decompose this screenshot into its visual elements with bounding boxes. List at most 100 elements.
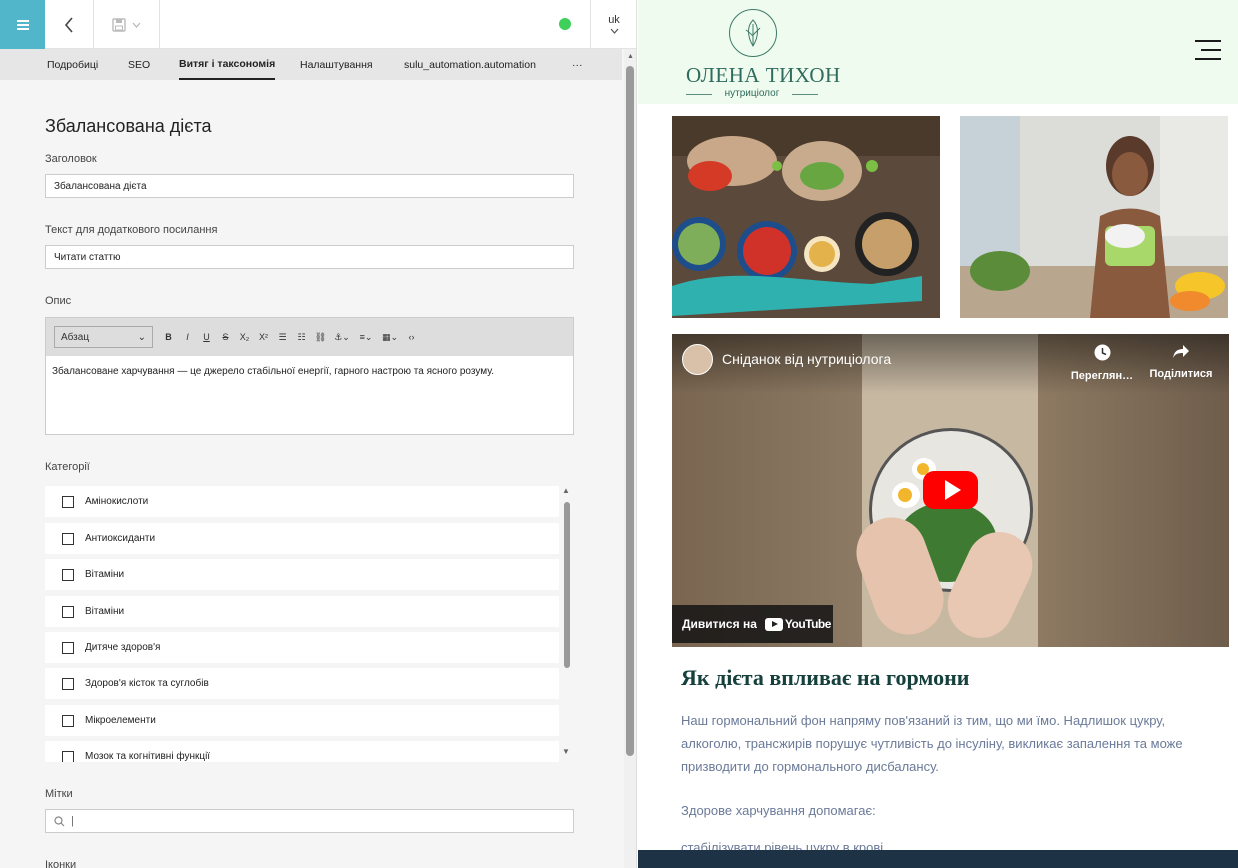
category-label: Здоров'я кісток та суглобів: [85, 678, 209, 689]
checkbox[interactable]: [62, 750, 74, 762]
checkbox[interactable]: [62, 714, 74, 727]
search-icon: [54, 815, 65, 826]
category-item[interactable]: Антиоксиданти: [45, 523, 559, 554]
link-icon[interactable]: ⛓: [311, 327, 330, 347]
categories-label: Категорії: [45, 461, 90, 473]
internal-link-icon[interactable]: ⚓⌄: [330, 327, 354, 347]
tab-bar: Подробиці SEO Витяг і таксономія Налашту…: [0, 49, 622, 80]
category-label: Мікроелементи: [85, 715, 156, 726]
watch-later-label: Переглян…: [1070, 370, 1134, 382]
cooking-photo: [672, 116, 940, 318]
align-icon[interactable]: ≡⌄: [354, 327, 378, 347]
category-item[interactable]: Амінокислоти: [45, 486, 559, 517]
source-code-icon[interactable]: ‹›: [402, 327, 421, 347]
back-button[interactable]: [45, 0, 94, 49]
video-egg: [892, 482, 920, 508]
category-label: Амінокислоти: [85, 496, 149, 507]
category-scrollbar[interactable]: ▲ ▼: [560, 486, 574, 762]
article-heading: Як дієта впливає на гормони: [681, 665, 970, 690]
sticky-bottom-bar: [638, 850, 1238, 868]
chevron-left-icon: [64, 16, 73, 33]
numbered-list-icon[interactable]: ☷: [292, 327, 311, 347]
scrollbar-thumb[interactable]: [564, 502, 570, 668]
checkbox[interactable]: [62, 605, 74, 618]
admin-panel: uk Подробиці SEO Витяг і таксономія Нала…: [0, 0, 637, 868]
channel-avatar[interactable]: [682, 344, 713, 375]
tab-more[interactable]: ···: [572, 49, 583, 80]
tags-input[interactable]: |: [45, 809, 574, 833]
chevron-down-icon: [610, 26, 619, 36]
tab-automation[interactable]: sulu_automation.automation: [404, 49, 536, 80]
publish-status-indicator: [559, 18, 571, 30]
category-item[interactable]: Вітаміни: [45, 559, 559, 590]
article-paragraph: Наш гормональний фон напряму пов'язаний …: [681, 713, 1183, 774]
watch-later-button[interactable]: Переглян…: [1062, 344, 1142, 382]
category-item[interactable]: Мікроелементи: [45, 705, 559, 736]
category-label: Антиоксиданти: [85, 533, 156, 544]
site-menu-hamburger-icon[interactable]: [1195, 40, 1221, 60]
logo-emblem-icon: [729, 9, 777, 57]
paragraph-format-select[interactable]: Абзац ⌄: [54, 326, 153, 348]
site-header: ОЛЕНА ТИХОН нутриціолог: [638, 0, 1238, 104]
category-label: Вітаміни: [85, 606, 125, 617]
bold-icon[interactable]: B: [159, 327, 178, 347]
scrollbar-thumb[interactable]: [626, 66, 634, 756]
locale-label: uk: [608, 13, 620, 26]
watch-on-label: Дивитися на: [682, 617, 757, 631]
superscript-icon[interactable]: X²: [254, 327, 273, 347]
link-text-input[interactable]: Читати статтю: [45, 245, 574, 269]
title-input[interactable]: Збалансована дієта: [45, 174, 574, 198]
play-button-icon[interactable]: [923, 471, 978, 509]
paragraph-format-value: Абзац: [61, 331, 90, 343]
youtube-video-embed[interactable]: Сніданок від нутриціолога Переглян… Поді…: [672, 334, 1229, 647]
table-icon[interactable]: ▦⌄: [378, 327, 402, 347]
icons-label: Іконки: [45, 859, 77, 868]
category-label: Дитяче здоров'я: [85, 642, 161, 653]
scroll-down-icon[interactable]: ▼: [562, 747, 570, 756]
subscript-icon[interactable]: X₂: [235, 327, 254, 347]
bulleted-list-icon[interactable]: ☰: [273, 327, 292, 347]
site-logo-name[interactable]: ОЛЕНА ТИХОН: [686, 63, 841, 88]
checkbox[interactable]: [62, 495, 74, 508]
italic-icon[interactable]: I: [178, 327, 197, 347]
category-list: Амінокислоти Антиоксиданти Вітаміни Віта…: [45, 486, 574, 762]
scroll-up-icon[interactable]: ▲: [562, 486, 570, 495]
scroll-up-icon[interactable]: ▲: [627, 53, 634, 60]
category-item[interactable]: Здоров'я кісток та суглобів: [45, 668, 559, 699]
checkbox[interactable]: [62, 532, 74, 545]
chevron-down-icon: [132, 22, 141, 28]
locale-switcher[interactable]: uk: [590, 0, 636, 49]
title-label: Заголовок: [45, 153, 97, 165]
form-scrollbar[interactable]: ▲: [624, 49, 636, 868]
woman-eating-photo: [960, 116, 1228, 318]
form-content: Збалансована дієта Заголовок Збалансован…: [0, 80, 622, 868]
watch-on-youtube-button[interactable]: Дивитися на YouTube: [672, 605, 833, 643]
tab-details[interactable]: Подробиці: [47, 49, 98, 80]
hamburger-icon: [16, 19, 29, 30]
tab-settings[interactable]: Налаштування: [300, 49, 373, 80]
video-title[interactable]: Сніданок від нутриціолога: [722, 351, 891, 367]
share-icon: [1141, 344, 1221, 364]
strikethrough-icon[interactable]: S: [216, 327, 235, 347]
category-label: Вітаміни: [85, 569, 125, 580]
checkbox[interactable]: [62, 641, 74, 654]
underline-icon[interactable]: U: [197, 327, 216, 347]
youtube-brand-text: YouTube: [784, 617, 832, 631]
save-button[interactable]: [94, 0, 160, 49]
share-button[interactable]: Поділитися: [1141, 344, 1221, 380]
youtube-logo-icon: YouTube: [764, 617, 832, 631]
category-item[interactable]: Дитяче здоров'я: [45, 632, 559, 663]
editor-text[interactable]: Збалансоване харчування — це джерело ста…: [46, 356, 573, 387]
live-preview: ОЛЕНА ТИХОН нутриціолог Сніданок від нут…: [638, 0, 1238, 868]
checkbox[interactable]: [62, 677, 74, 690]
category-item[interactable]: Мозок та когнітивні функції: [45, 741, 559, 762]
menu-button[interactable]: [0, 0, 45, 49]
chevron-down-icon: ⌄: [137, 331, 146, 343]
tab-seo[interactable]: SEO: [128, 49, 150, 80]
checkbox[interactable]: [62, 568, 74, 581]
category-item[interactable]: Вітаміни: [45, 596, 559, 627]
tags-label: Мітки: [45, 788, 73, 800]
youtube-play-glyph: [764, 617, 783, 631]
text-cursor: |: [71, 815, 74, 827]
tab-excerpt-taxonomy[interactable]: Витяг і таксономія: [179, 49, 276, 80]
